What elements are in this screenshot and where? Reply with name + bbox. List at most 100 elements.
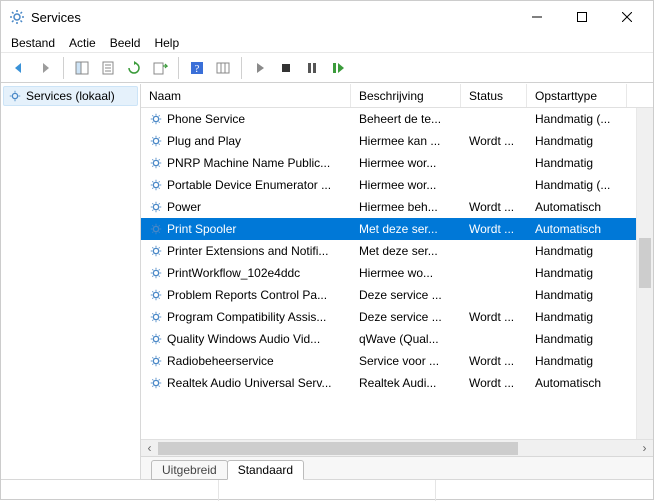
service-name: Plug and Play bbox=[167, 134, 241, 148]
stop-service-button[interactable] bbox=[274, 56, 298, 80]
service-list: Phone Service Beheert de te... Handmatig (… bbox=[141, 108, 653, 439]
service-description: Met deze ser... bbox=[351, 222, 461, 236]
columns-button[interactable] bbox=[211, 56, 235, 80]
service-startup: Handmatig bbox=[527, 244, 627, 258]
statusbar bbox=[1, 479, 653, 501]
forward-button[interactable] bbox=[33, 56, 57, 80]
service-row[interactable]: Realtek Audio Universal Serv...Realtek A… bbox=[141, 372, 653, 394]
close-button[interactable] bbox=[604, 3, 649, 31]
export-list-button[interactable] bbox=[148, 56, 172, 80]
service-startup: Handmatig bbox=[527, 332, 627, 346]
service-gear-icon bbox=[149, 134, 163, 148]
toolbar: ? bbox=[1, 53, 653, 83]
service-description: Met deze ser... bbox=[351, 244, 461, 258]
service-status: Wordt ... bbox=[461, 310, 527, 324]
horizontal-scrollbar[interactable]: ‹ › bbox=[141, 439, 653, 456]
service-gear-icon bbox=[149, 332, 163, 346]
service-row[interactable]: Radiobeheerservice Service voor ...Wordt … bbox=[141, 350, 653, 372]
service-row[interactable]: PowerHiermee beh...Wordt ...Automatisch bbox=[141, 196, 653, 218]
service-gear-icon bbox=[149, 288, 163, 302]
column-headers: Naam Beschrijving Status Opstarttype bbox=[141, 84, 653, 108]
service-description: Deze service ... bbox=[351, 310, 461, 324]
service-name: PrintWorkflow_102e4ddc bbox=[167, 266, 300, 280]
service-startup: Handmatig (... bbox=[527, 178, 627, 192]
menu-help[interactable]: Help bbox=[154, 36, 179, 50]
service-description: Hiermee wo... bbox=[351, 266, 461, 280]
service-row[interactable]: Phone Service Beheert de te... Handmatig (… bbox=[141, 108, 653, 130]
service-gear-icon bbox=[149, 156, 163, 170]
titlebar: Services bbox=[1, 1, 653, 33]
menubar: Bestand Actie Beeld Help bbox=[1, 33, 653, 53]
service-gear-icon bbox=[149, 266, 163, 280]
tabbar: Uitgebreid Standaard bbox=[141, 457, 653, 479]
service-gear-icon bbox=[149, 200, 163, 214]
menu-view[interactable]: Beeld bbox=[110, 36, 141, 50]
service-row[interactable]: Quality Windows Audio Vid... qWave (Qual.… bbox=[141, 328, 653, 350]
pause-service-button[interactable] bbox=[300, 56, 324, 80]
column-header-name[interactable]: Naam bbox=[141, 84, 351, 107]
service-name: Print Spooler bbox=[167, 222, 236, 236]
service-name: Quality Windows Audio Vid... bbox=[167, 332, 320, 346]
service-row[interactable]: PNRP Machine Name Public...Hiermee wor..… bbox=[141, 152, 653, 174]
help-button[interactable]: ? bbox=[185, 56, 209, 80]
service-description: Beheert de te... bbox=[351, 112, 461, 126]
service-name: PNRP Machine Name Public... bbox=[167, 156, 330, 170]
service-gear-icon bbox=[149, 178, 163, 192]
maximize-button[interactable] bbox=[559, 3, 604, 31]
service-row[interactable]: Print Spooler Met deze ser...Wordt ...Aut… bbox=[141, 218, 653, 240]
start-service-button[interactable] bbox=[248, 56, 272, 80]
service-startup: Handmatig bbox=[527, 310, 627, 324]
service-startup: Automatisch bbox=[527, 222, 627, 236]
column-header-status[interactable]: Status bbox=[461, 84, 527, 107]
service-status: Wordt ... bbox=[461, 134, 527, 148]
service-row[interactable]: Problem Reports Control Pa...Deze servic… bbox=[141, 284, 653, 306]
vertical-scrollbar[interactable] bbox=[636, 108, 653, 439]
service-startup: Handmatig bbox=[527, 156, 627, 170]
scroll-right-icon[interactable]: › bbox=[636, 440, 653, 457]
tab-extended[interactable]: Uitgebreid bbox=[151, 460, 228, 480]
service-gear-icon bbox=[149, 244, 163, 258]
menu-file[interactable]: Bestand bbox=[11, 36, 55, 50]
service-startup: Handmatig (... bbox=[527, 112, 627, 126]
minimize-button[interactable] bbox=[514, 3, 559, 31]
service-description: qWave (Qual... bbox=[351, 332, 461, 346]
service-description: Realtek Audi... bbox=[351, 376, 461, 390]
tree-node-services-local[interactable]: Services (lokaal) bbox=[3, 86, 138, 106]
back-button[interactable] bbox=[7, 56, 31, 80]
scroll-left-icon[interactable]: ‹ bbox=[141, 440, 158, 457]
service-row[interactable]: Plug and PlayHiermee kan ...Wordt ...Han… bbox=[141, 130, 653, 152]
service-description: Service voor ... bbox=[351, 354, 461, 368]
services-app-icon bbox=[9, 9, 25, 25]
service-row[interactable]: Program Compatibility Assis... Deze servi… bbox=[141, 306, 653, 328]
service-name: Program Compatibility Assis... bbox=[167, 310, 326, 324]
refresh-button[interactable] bbox=[122, 56, 146, 80]
service-row[interactable]: PrintWorkflow_102e4ddcHiermee wo...Handm… bbox=[141, 262, 653, 284]
sidebar: Services (lokaal) bbox=[1, 84, 141, 479]
menu-action[interactable]: Actie bbox=[69, 36, 96, 50]
restart-service-button[interactable] bbox=[326, 56, 350, 80]
service-startup: Handmatig bbox=[527, 134, 627, 148]
service-row[interactable]: Portable Device Enumerator ... Hiermee wo… bbox=[141, 174, 653, 196]
service-status: Wordt ... bbox=[461, 222, 527, 236]
tree-node-label: Services (lokaal) bbox=[26, 89, 115, 103]
service-gear-icon bbox=[149, 222, 163, 236]
service-startup: Handmatig bbox=[527, 288, 627, 302]
show-hide-tree-button[interactable] bbox=[70, 56, 94, 80]
service-name: Problem Reports Control Pa... bbox=[167, 288, 327, 302]
svg-text:?: ? bbox=[195, 63, 200, 75]
service-name: Phone Service bbox=[167, 112, 245, 126]
service-row[interactable]: Printer Extensions and Notifi... Met deze… bbox=[141, 240, 653, 262]
service-gear-icon bbox=[149, 112, 163, 126]
service-name: Radiobeheerservice bbox=[167, 354, 274, 368]
service-startup: Automatisch bbox=[527, 376, 627, 390]
service-description: Hiermee wor... bbox=[351, 178, 461, 192]
column-header-startup[interactable]: Opstarttype bbox=[527, 84, 627, 107]
service-name: Portable Device Enumerator ... bbox=[167, 178, 331, 192]
tab-standard[interactable]: Standaard bbox=[227, 460, 304, 480]
service-status: Wordt ... bbox=[461, 354, 527, 368]
properties-button[interactable] bbox=[96, 56, 120, 80]
service-name: Printer Extensions and Notifi... bbox=[167, 244, 328, 258]
service-startup: Automatisch bbox=[527, 200, 627, 214]
service-startup: Handmatig bbox=[527, 354, 627, 368]
column-header-description[interactable]: Beschrijving bbox=[351, 84, 461, 107]
